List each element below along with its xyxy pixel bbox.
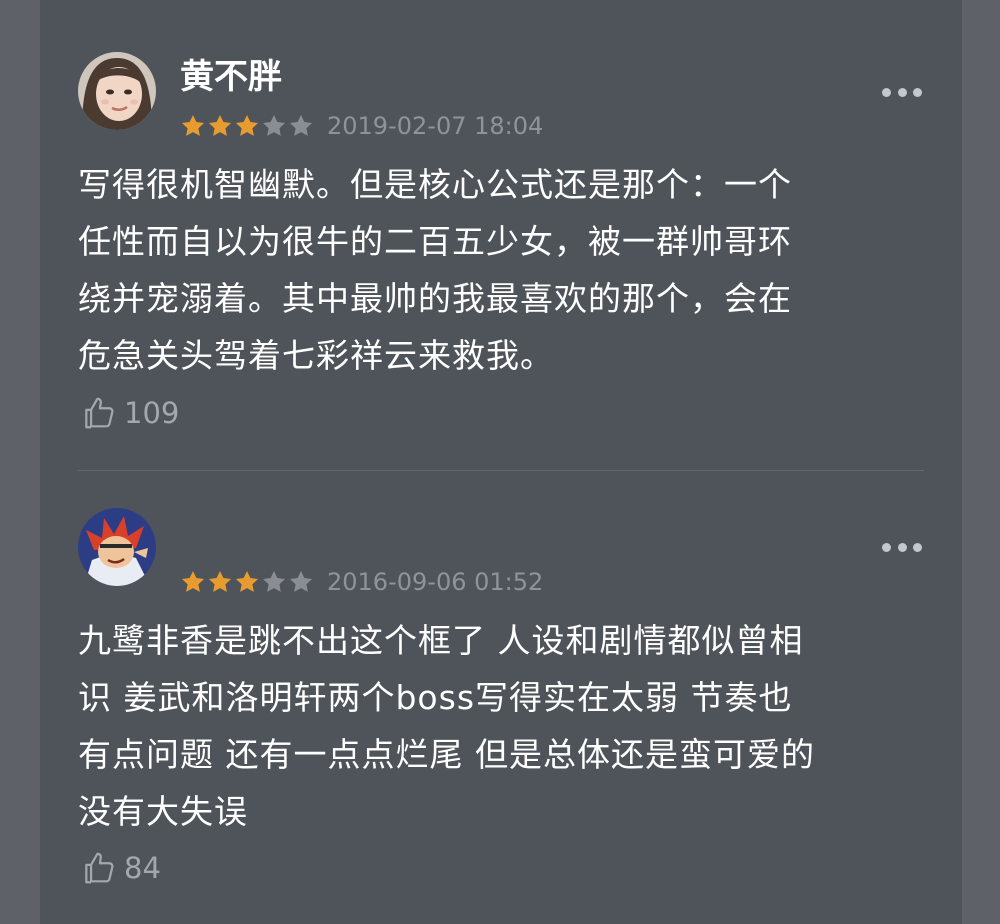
star-filled-icon: [235, 114, 259, 136]
more-dots-icon[interactable]: [882, 537, 922, 557]
star-filled-icon: [208, 114, 232, 136]
cartoon-avatar-icon: [78, 508, 156, 586]
user-avatar[interactable]: [78, 508, 156, 586]
star-filled-icon: [181, 114, 205, 136]
thumbs-up-icon: [85, 852, 114, 884]
review-text-line: 有点问题 还有一点点烂尾 但是总体还是蛮可爱的: [78, 735, 815, 774]
like-count: 84: [124, 851, 161, 885]
girl-avatar-icon: [78, 52, 156, 130]
star-empty-icon: [262, 570, 286, 592]
review-text: 九鹭非香是跳不出这个框了 人设和剧情都似曾相识 姜武和洛明轩两个boss写得实在…: [78, 612, 928, 840]
review-text-line: 识 姜武和洛明轩两个boss写得实在太弱 节奏也: [78, 678, 793, 717]
review-timestamp: 2016-09-06 01:52: [327, 568, 544, 596]
review-list: 黄不胖 2019-02-07 18:04 写得很机智幽默。但是核心公式还是那个：…: [40, 0, 962, 924]
review-text-line: 绕并宠溺着。其中最帅的我最喜欢的那个，会在: [78, 279, 792, 318]
star-filled-icon: [235, 570, 259, 592]
star-filled-icon: [208, 570, 232, 592]
review-text-line: 危急关头驾着七彩祥云来救我。: [78, 336, 554, 375]
star-empty-icon: [289, 570, 313, 592]
like-count: 109: [124, 396, 180, 430]
review-text: 写得很机智幽默。但是核心公式还是那个：一个 任性而自以为很牛的二百五少女，被一群帅…: [78, 156, 928, 384]
divider: [78, 470, 924, 471]
star-rating: 2016-09-06 01:52: [180, 568, 543, 596]
review-text-line: 没有大失误: [78, 792, 248, 831]
star-filled-icon: [181, 570, 205, 592]
review-timestamp: 2019-02-07 18:04: [327, 112, 544, 140]
user-avatar[interactable]: [78, 52, 156, 130]
star-empty-icon: [262, 114, 286, 136]
star-rating: 2019-02-07 18:04: [180, 112, 543, 140]
review-text-line: 九鹭非香是跳不出这个框了 人设和剧情都似曾相: [78, 621, 804, 660]
like-button[interactable]: 84: [80, 848, 161, 888]
thumbs-up-icon: [85, 397, 114, 429]
more-dots-icon[interactable]: [882, 82, 922, 102]
star-empty-icon: [289, 114, 313, 136]
review-text-line: 写得很机智幽默。但是核心公式还是那个：一个: [78, 165, 792, 204]
like-button[interactable]: 109: [80, 393, 179, 433]
review-text-line: 任性而自以为很牛的二百五少女，被一群帅哥环: [78, 222, 792, 261]
username[interactable]: 黄不胖: [180, 57, 282, 97]
